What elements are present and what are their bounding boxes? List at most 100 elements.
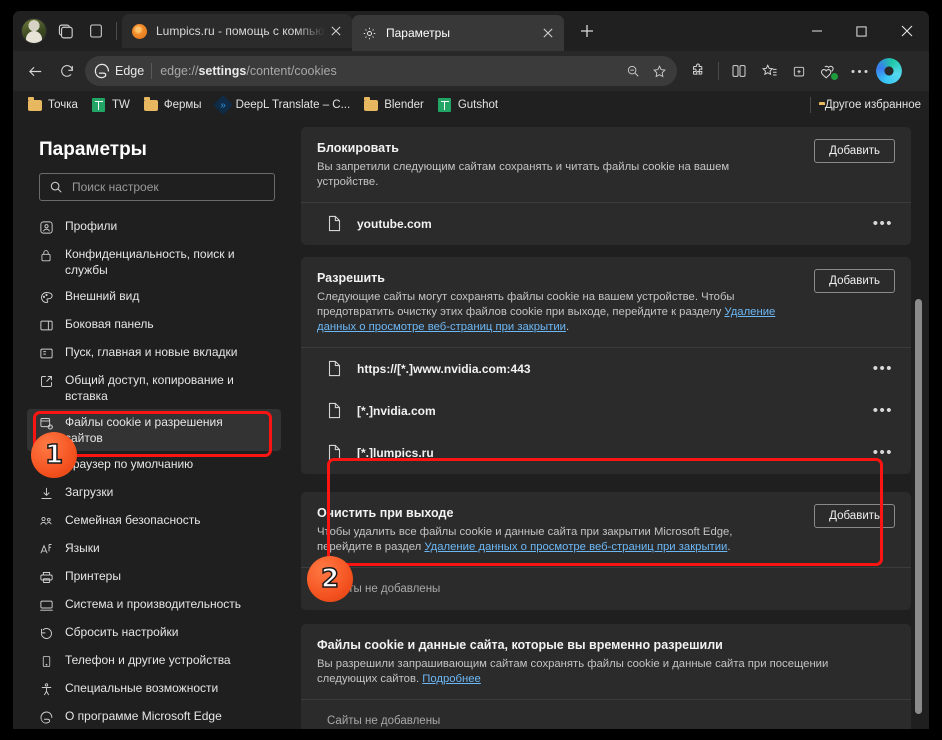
bookmark-item[interactable]: Фермы — [137, 94, 209, 116]
sidebar-item-accessibility[interactable]: Специальные возможности — [27, 675, 281, 703]
sidebar-item-label: Файлы cookie и разрешения сайтов — [65, 415, 223, 445]
sidebar-item-sidebar[interactable]: Боковая панель — [27, 311, 281, 339]
appearance-icon — [37, 288, 55, 306]
bookmark-label: Gutshot — [457, 99, 499, 111]
family-safety-icon — [37, 512, 55, 530]
bookmark-item[interactable]: Gutshot — [431, 94, 505, 116]
sidebar-item-privacy[interactable]: Конфиденциальность, поиск и службы — [27, 241, 281, 283]
settings-more-icon[interactable] — [844, 56, 874, 86]
folder-icon — [143, 96, 158, 112]
sidebar-item-label: Языки — [65, 541, 100, 555]
bookmark-label: Фермы — [163, 99, 202, 111]
sidebar-item-languages[interactable]: Языки — [27, 535, 281, 563]
reload-icon[interactable] — [51, 55, 83, 87]
close-button[interactable] — [884, 11, 929, 51]
more-options-icon[interactable]: ••• — [873, 403, 893, 418]
search-settings-box[interactable]: Поиск настроек — [39, 173, 275, 201]
edge-icon — [93, 62, 111, 80]
card-title: Блокировать — [317, 141, 399, 155]
google-sheets-icon — [438, 98, 452, 112]
sidebar-item-start-home[interactable]: Пуск, главная и новые вкладки — [27, 339, 281, 367]
bookmark-item[interactable]: TW — [85, 94, 137, 116]
add-button[interactable]: Добавить — [814, 139, 895, 163]
orange-circle-icon — [131, 23, 147, 39]
bookmark-item[interactable]: Точка — [21, 94, 85, 116]
tab-strip: Lumpics.ru - помощь с компьютером Параме… — [13, 11, 929, 51]
table-row[interactable]: [*.]nvidia.com ••• — [301, 390, 911, 432]
add-button[interactable]: Добавить — [814, 504, 895, 528]
scrollbar-thumb[interactable] — [915, 299, 922, 714]
address-bar[interactable]: Edge edge://settings/content/cookies — [85, 56, 677, 86]
bookmark-item[interactable]: DeepL Translate – C... — [209, 94, 358, 116]
card-title: Разрешить — [317, 271, 385, 285]
sidebar-item-downloads[interactable]: Загрузки — [27, 479, 281, 507]
table-row[interactable]: [*.]lumpics.ru ••• — [301, 432, 911, 474]
link-delete-browsing-data-on-close[interactable]: Удаление данных о просмотре веб-страниц … — [424, 541, 727, 553]
more-options-icon[interactable]: ••• — [873, 216, 893, 231]
deepl-icon — [212, 95, 233, 115]
address-brand-label: Edge — [115, 64, 145, 78]
table-row[interactable]: https://[*.]www.nvidia.com:443 ••• — [301, 348, 911, 390]
link-learn-more[interactable]: Подробнее — [422, 673, 481, 685]
bookmark-item[interactable]: Blender — [357, 94, 431, 116]
extensions-icon[interactable] — [683, 56, 713, 86]
sidebar-item-appearance[interactable]: Внешний вид — [27, 283, 281, 311]
tab-settings[interactable]: Параметры — [352, 15, 564, 51]
window-controls — [794, 11, 929, 51]
split-window-icon[interactable] — [724, 56, 754, 86]
more-options-icon[interactable]: ••• — [873, 445, 893, 460]
back-icon[interactable] — [19, 55, 51, 87]
favorites-list-icon[interactable] — [754, 56, 784, 86]
url-text: edge://settings/content/cookies — [160, 64, 337, 78]
sidebar-item-family-safety[interactable]: Семейная безопасность — [27, 507, 281, 535]
maximize-button[interactable] — [839, 11, 884, 51]
avatar[interactable] — [21, 18, 47, 44]
tab-lumpics[interactable]: Lumpics.ru - помощь с компьютером — [122, 14, 352, 48]
system-icon — [37, 596, 55, 614]
sidebar-item-system[interactable]: Система и производительность — [27, 591, 281, 619]
tab-search-icon[interactable] — [51, 16, 81, 46]
table-row[interactable]: youtube.com ••• — [301, 203, 911, 245]
sidebar-item-label: Общий доступ, копирование и вставка — [65, 373, 234, 403]
add-button[interactable]: Добавить — [814, 269, 895, 293]
scrollbar[interactable] — [912, 119, 924, 729]
cookie-permissions-icon — [37, 414, 55, 432]
card-description: Чтобы удалить все файлы cookie и данные … — [317, 526, 733, 553]
browser-essentials-icon[interactable] — [814, 56, 844, 86]
copilot-icon[interactable] — [876, 58, 902, 84]
google-sheets-icon — [92, 98, 106, 112]
screenshot-root: Lumpics.ru - помощь с компьютером Параме… — [0, 0, 942, 740]
bookmark-label: TW — [111, 99, 130, 111]
close-icon[interactable] — [538, 23, 558, 43]
search-icon — [48, 179, 64, 195]
collections-icon[interactable] — [784, 56, 814, 86]
bookmark-label: DeepL Translate – C... — [235, 99, 351, 111]
split-screen-icon[interactable] — [81, 16, 111, 46]
favorite-star-icon[interactable] — [647, 59, 671, 83]
sidebar-item-label: Загрузки — [65, 485, 114, 499]
other-bookmarks[interactable]: Другое избранное — [809, 97, 921, 113]
toolbar-actions — [683, 56, 904, 86]
minimize-button[interactable] — [794, 11, 839, 51]
sidebar-item-phone[interactable]: Телефон и другие устройства — [27, 647, 281, 675]
site-name: https://[*.]www.nvidia.com:443 — [357, 362, 531, 376]
empty-state-label: Сайты не добавлены — [327, 583, 441, 595]
sidebar-item-label: Браузер по умолчанию — [65, 457, 194, 471]
sidebar-item-label: Боковая панель — [65, 317, 154, 331]
card-header: Блокировать Вы запретили следующим сайта… — [301, 127, 911, 202]
printer-icon — [37, 568, 55, 586]
zoom-out-icon[interactable] — [621, 59, 645, 83]
new-tab-button[interactable] — [572, 16, 602, 46]
sidebar-item-printers[interactable]: Принтеры — [27, 563, 281, 591]
close-icon[interactable] — [326, 21, 346, 41]
sidebar-item-reset[interactable]: Сбросить настройки — [27, 619, 281, 647]
sidebar-item-about[interactable]: О программе Microsoft Edge — [27, 703, 281, 729]
search-input[interactable]: Поиск настроек — [72, 180, 159, 194]
status-dot — [830, 72, 839, 81]
sidebar-item-share[interactable]: Общий доступ, копирование и вставка — [27, 367, 281, 409]
sidebar-item-label: Система и производительность — [65, 597, 242, 611]
card-header: Разрешить Следующие сайты могут сохранят… — [301, 257, 911, 347]
more-options-icon[interactable]: ••• — [873, 361, 893, 376]
card-allow: Разрешить Следующие сайты могут сохранят… — [301, 257, 911, 474]
sidebar-item-profiles[interactable]: Профили — [27, 213, 281, 241]
